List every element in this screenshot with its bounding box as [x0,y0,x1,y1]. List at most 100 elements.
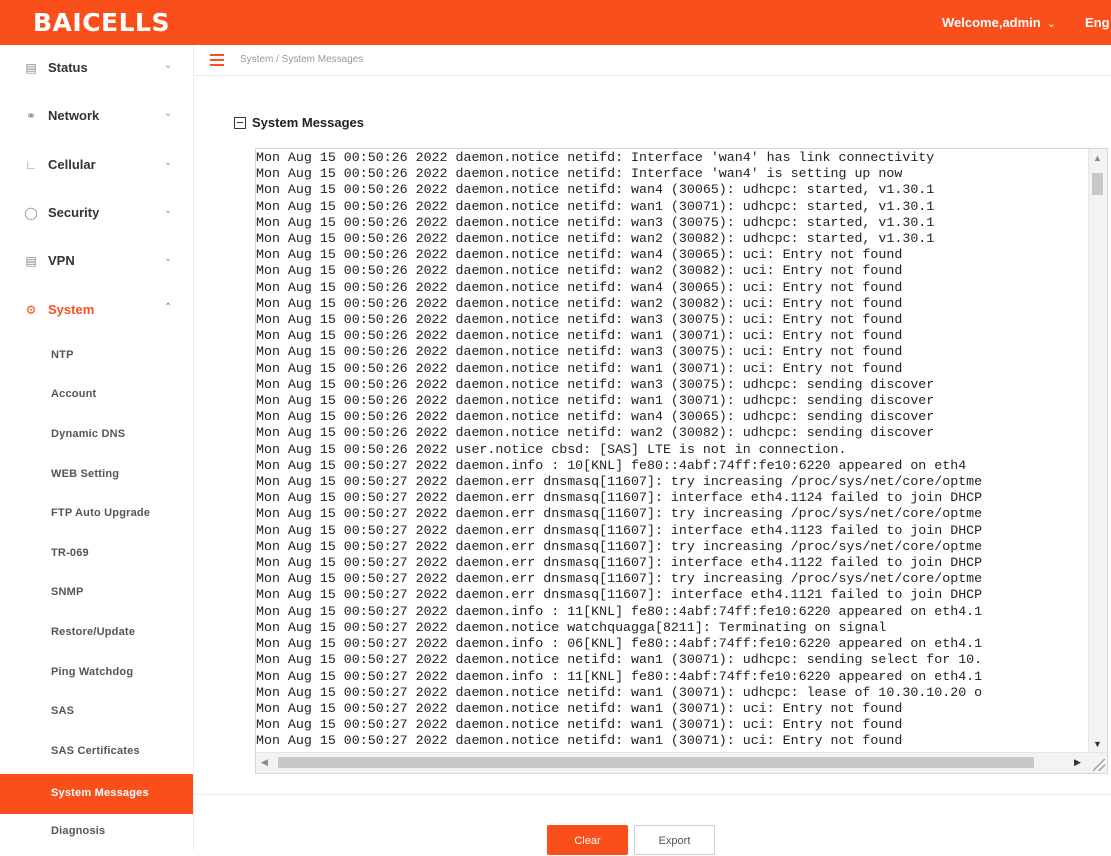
cellular-icon: ∟ [25,158,37,172]
sidebar-item-label: System Messages [51,787,149,799]
vertical-scrollbar[interactable]: ▲ ▼ [1088,149,1107,753]
sidebar-item-label: Ping Watchdog [51,666,134,678]
log-line: Mon Aug 15 00:50:26 2022 daemon.notice n… [256,182,935,198]
horizontal-scrollbar[interactable]: ◀ ▶ [256,752,1107,773]
log-line: Mon Aug 15 00:50:27 2022 daemon.info : 1… [256,603,983,619]
sidebar-item-label: Security [48,205,100,220]
network-icon: ⚭ [25,109,37,123]
log-line: Mon Aug 15 00:50:27 2022 daemon.err dnsm… [256,490,983,506]
log-line: Mon Aug 15 00:50:26 2022 daemon.notice n… [256,393,935,409]
log-line: Mon Aug 15 00:50:27 2022 daemon.info : 1… [256,457,967,473]
log-line: Mon Aug 15 00:50:27 2022 daemon.err dnsm… [256,571,983,587]
log-line: Mon Aug 15 00:50:26 2022 daemon.notice n… [256,231,935,247]
log-line: Mon Aug 15 00:50:27 2022 daemon.err dnsm… [256,506,983,522]
log-line: Mon Aug 15 00:50:26 2022 daemon.notice n… [256,263,903,279]
sidebar-item-sas-certificates[interactable]: SAS Certificates [0,732,193,772]
log-line: Mon Aug 15 00:50:26 2022 daemon.notice n… [256,328,903,344]
vpn-icon: ▤ [25,254,37,268]
vertical-scroll-thumb[interactable] [1092,173,1103,195]
sidebar-item-system[interactable]: ⚙ System ⌃ [0,287,193,335]
sidebar-item-security[interactable]: ◯ Security ⌄ [0,190,193,238]
scroll-right-icon[interactable]: ▶ [1074,757,1081,768]
log-line: Mon Aug 15 00:50:27 2022 daemon.err dnsm… [256,522,983,538]
log-line: Mon Aug 15 00:50:27 2022 daemon.info : 1… [256,668,983,684]
log-line: Mon Aug 15 00:50:26 2022 daemon.notice n… [256,214,935,230]
log-line: Mon Aug 15 00:50:27 2022 daemon.notice n… [256,684,983,700]
log-line: Mon Aug 15 00:50:27 2022 daemon.notice w… [256,619,887,635]
top-bar: BAICELLS Welcome,admin ⌄ Eng [0,0,1111,45]
log-line: Mon Aug 15 00:50:26 2022 daemon.notice n… [256,376,935,392]
log-line: Mon Aug 15 00:50:27 2022 daemon.err dnsm… [256,474,983,490]
sidebar: ▤ Status ⌄ ⚭ Network ⌄ ∟ Cellular ⌄ ◯ Se… [0,45,194,850]
scroll-down-icon[interactable]: ▼ [1093,739,1102,749]
sidebar-item-cellular[interactable]: ∟ Cellular ⌄ [0,142,193,190]
log-line: Mon Aug 15 00:50:27 2022 daemon.notice n… [256,700,903,716]
sidebar-item-label: Dynamic DNS [51,428,126,440]
breadcrumb-text: System / System Messages [240,54,364,65]
log-line: Mon Aug 15 00:50:26 2022 daemon.notice n… [256,344,903,360]
sidebar-item-label: Diagnosis [51,825,106,837]
log-textarea[interactable]: Mon Aug 15 00:50:26 2022 daemon.notice n… [255,148,1108,774]
language-selector[interactable]: Eng [1085,15,1110,30]
sidebar-item-ntp[interactable]: NTP [0,336,193,376]
sidebar-item-label: Account [51,388,97,400]
sidebar-item-system-messages[interactable]: System Messages [0,774,193,814]
log-line: Mon Aug 15 00:50:26 2022 daemon.notice n… [256,279,903,295]
panel-title: System Messages [234,115,364,130]
menu-toggle-icon[interactable] [210,54,224,66]
horizontal-scroll-thumb[interactable] [278,757,1034,768]
sidebar-item-label: SAS [51,705,75,717]
sidebar-item-label: Restore/Update [51,626,136,638]
clear-button[interactable]: Clear [547,825,628,855]
log-line: Mon Aug 15 00:50:27 2022 daemon.notice n… [256,733,903,749]
chevron-down-icon: ⌄ [164,108,173,119]
sidebar-item-ftp-auto-upgrade[interactable]: FTP Auto Upgrade [0,494,193,534]
sidebar-item-label: System [48,302,95,317]
log-line: Mon Aug 15 00:50:27 2022 daemon.notice n… [256,652,983,668]
sidebar-item-label: VPN [48,253,75,268]
resize-grip-icon[interactable] [1093,759,1105,771]
sidebar-item-status[interactable]: ▤ Status ⌄ [0,45,193,93]
sidebar-item-label: TR-069 [51,547,89,559]
log-line: Mon Aug 15 00:50:26 2022 daemon.notice n… [256,150,935,165]
sidebar-item-restore-update[interactable]: Restore/Update [0,613,193,653]
sidebar-item-network[interactable]: ⚭ Network ⌄ [0,93,193,141]
sidebar-item-dynamic-dns[interactable]: Dynamic DNS [0,415,193,455]
log-line: Mon Aug 15 00:50:26 2022 daemon.notice n… [256,312,903,328]
log-line: Mon Aug 15 00:50:26 2022 daemon.notice n… [256,295,903,311]
welcome-text: Welcome,admin [942,15,1041,30]
sidebar-item-label: Network [48,108,100,123]
scroll-up-icon[interactable]: ▲ [1093,153,1102,163]
log-line: Mon Aug 15 00:50:27 2022 daemon.err dnsm… [256,538,983,554]
chevron-up-icon: ⌃ [164,302,173,313]
export-button[interactable]: Export [634,825,715,855]
sidebar-item-ping-watchdog[interactable]: Ping Watchdog [0,653,193,693]
log-line: Mon Aug 15 00:50:27 2022 daemon.info : 0… [256,636,983,652]
log-content: Mon Aug 15 00:50:26 2022 daemon.notice n… [256,150,1088,754]
sidebar-item-sas[interactable]: SAS [0,692,193,732]
log-line: Mon Aug 15 00:50:26 2022 daemon.notice n… [256,425,935,441]
user-menu[interactable]: Welcome,admin ⌄ [942,15,1056,30]
scroll-left-icon[interactable]: ◀ [261,757,268,768]
sidebar-item-label: SAS Certificates [51,745,140,757]
sidebar-item-diagnosis[interactable]: Diagnosis [0,812,193,852]
collapse-icon[interactable] [234,116,246,129]
sidebar-item-web-setting[interactable]: WEB Setting [0,455,193,495]
gear-icon: ⚙ [25,303,37,317]
sidebar-item-vpn[interactable]: ▤ VPN ⌄ [0,238,193,286]
logo: BAICELLS [33,8,170,37]
sidebar-item-label: FTP Auto Upgrade [51,507,151,519]
sidebar-item-label: WEB Setting [51,468,120,480]
log-line: Mon Aug 15 00:50:26 2022 daemon.notice n… [256,247,903,263]
log-line: Mon Aug 15 00:50:26 2022 daemon.notice n… [256,360,903,376]
sidebar-item-tr-069[interactable]: TR-069 [0,534,193,574]
chevron-down-icon: ⌄ [164,253,173,264]
sidebar-item-account[interactable]: Account [0,375,193,415]
sidebar-item-snmp[interactable]: SNMP [0,573,193,613]
chevron-down-icon: ⌄ [164,205,173,216]
sidebar-item-label: SNMP [51,586,84,598]
divider [194,794,1111,795]
log-line: Mon Aug 15 00:50:26 2022 daemon.notice n… [256,166,903,182]
log-line: Mon Aug 15 00:50:26 2022 daemon.notice n… [256,198,935,214]
status-icon: ▤ [25,61,37,75]
